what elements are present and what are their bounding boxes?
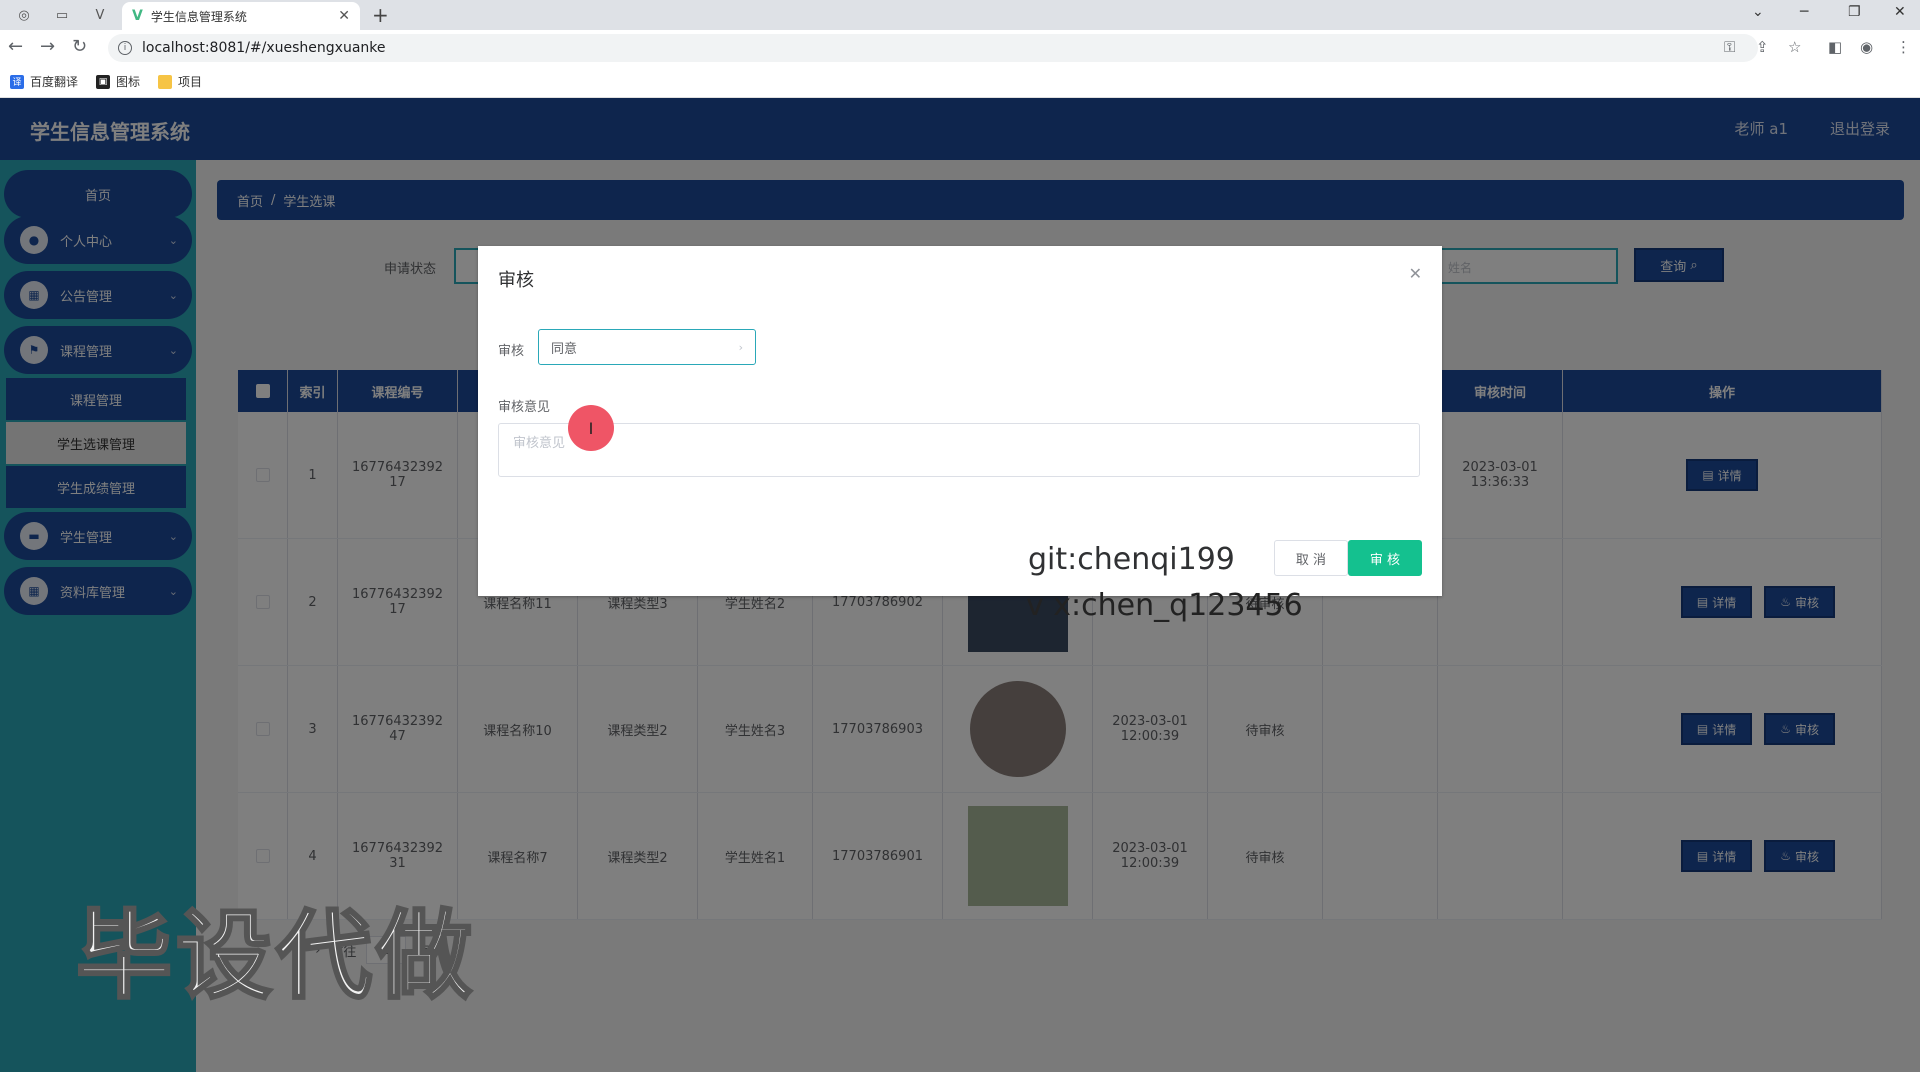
menu-icon[interactable]: ⋮ xyxy=(1896,38,1911,56)
vue-icon: V xyxy=(132,8,143,24)
vx-watermark: v x:chen_q123456 xyxy=(1026,588,1303,623)
opinion-textarea[interactable]: 审核意见 xyxy=(498,423,1420,477)
sidepanel-icon[interactable]: ◧ xyxy=(1828,38,1842,56)
audit-dialog: 审核 ✕ 审核 同意 › 审核意见 审核意见 I git:chenqi199 取… xyxy=(478,246,1442,596)
tab-vue-icon[interactable]: V xyxy=(86,4,114,26)
restore-button[interactable]: ❐ xyxy=(1848,4,1861,20)
tab-favicon-icon[interactable]: ◎ xyxy=(10,4,38,26)
dialog-title: 审核 xyxy=(498,270,534,291)
browser-tabbar: ◎ ▭ V V 学生信息管理系统 ✕ + ⌄ ─ ❐ ✕ xyxy=(0,0,1920,30)
audit-field-label: 审核 xyxy=(498,344,525,359)
audit-select-value: 同意 xyxy=(551,341,578,357)
translate-icon: 译 xyxy=(10,74,24,89)
new-tab-button[interactable]: + xyxy=(372,3,389,27)
tab-search-icon[interactable]: ⌄ xyxy=(1752,4,1764,20)
site-info-icon[interactable]: i xyxy=(118,41,132,55)
chevron-right-icon: › xyxy=(738,340,743,354)
folder-icon xyxy=(158,74,173,89)
image-icon: ▣ xyxy=(96,74,111,89)
close-window-button[interactable]: ✕ xyxy=(1894,4,1906,20)
bookmarks-bar: 译 百度翻译 ▣ 图标 项目 xyxy=(0,66,1920,98)
back-icon[interactable]: ← xyxy=(8,36,23,57)
bookmark-label: 百度翻译 xyxy=(30,75,79,89)
opinion-label: 审核意见 xyxy=(498,400,551,415)
star-icon[interactable]: ☆ xyxy=(1788,38,1801,56)
audit-select[interactable]: 同意 › xyxy=(538,329,756,365)
bookmark-label: 图标 xyxy=(116,75,141,89)
browser-tab-active[interactable]: V 学生信息管理系统 ✕ xyxy=(122,2,360,30)
address-bar-row: ← → ↻ i localhost:8081/#/xueshengxuanke … xyxy=(0,30,1920,66)
confirm-audit-button[interactable]: 审 核 xyxy=(1348,540,1422,576)
text-cursor-icon: I xyxy=(568,405,614,451)
minimize-button[interactable]: ─ xyxy=(1800,4,1808,20)
url-field[interactable]: i localhost:8081/#/xueshengxuanke xyxy=(108,34,1758,62)
tab-title: 学生信息管理系统 xyxy=(150,9,247,24)
big-watermark: 毕设代做 xyxy=(75,899,476,1014)
reload-icon[interactable]: ↻ xyxy=(72,36,87,57)
close-icon[interactable]: ✕ xyxy=(1409,264,1422,283)
forward-icon[interactable]: → xyxy=(40,36,55,57)
bookmark-label: 项目 xyxy=(178,75,203,89)
bookmark-item[interactable]: 译 百度翻译 xyxy=(10,73,78,90)
bookmark-item[interactable]: ▣ 图标 xyxy=(96,73,140,90)
tab-blank-icon[interactable]: ▭ xyxy=(48,4,76,26)
profile-icon[interactable]: ◉ xyxy=(1860,38,1873,56)
tab-close-icon[interactable]: ✕ xyxy=(338,8,350,24)
share-icon[interactable]: ⇪ xyxy=(1756,38,1769,56)
bookmark-item[interactable]: 项目 xyxy=(158,73,202,90)
git-watermark: git:chenqi199 xyxy=(1028,542,1235,577)
cancel-button[interactable]: 取 消 xyxy=(1274,540,1348,576)
url-text: localhost:8081/#/xueshengxuanke xyxy=(142,40,386,56)
key-icon[interactable]: ⚿ xyxy=(1724,38,1735,56)
